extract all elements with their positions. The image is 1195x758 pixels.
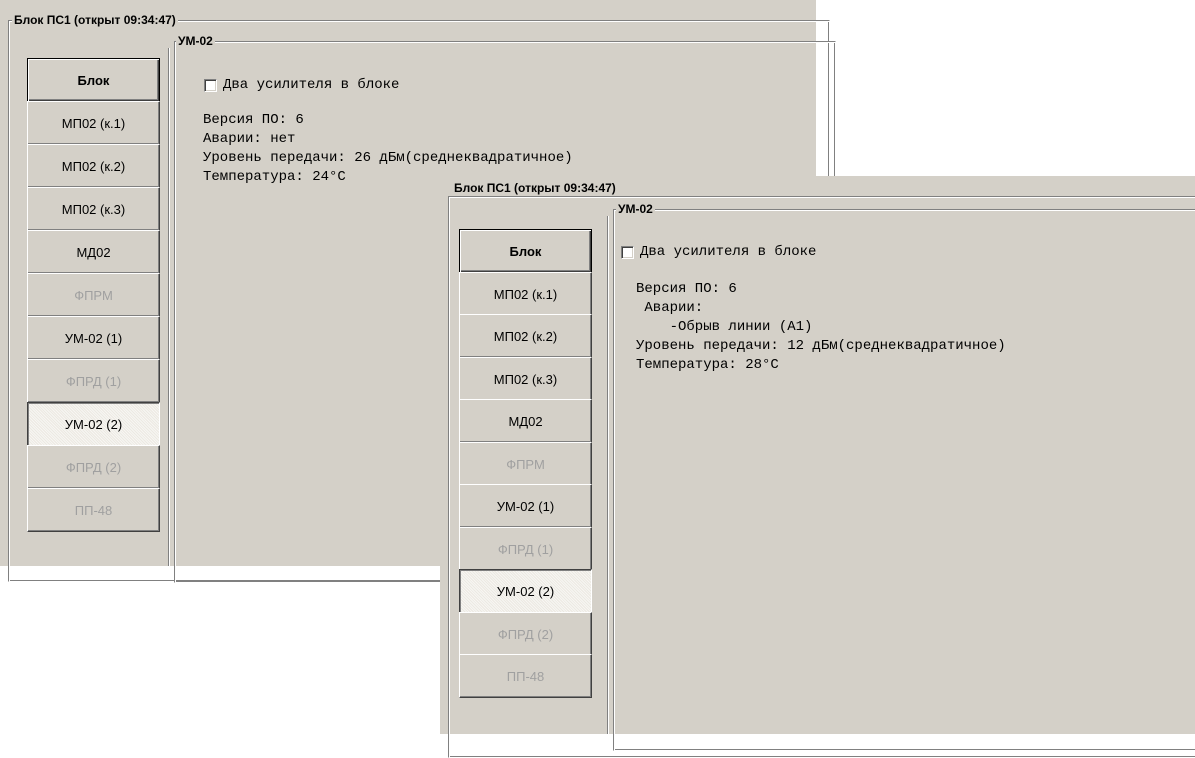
button-block[interactable]: Блок [27, 58, 160, 102]
button-um02-1[interactable]: УМ-02 (1) [459, 484, 592, 528]
button-fprm[interactable]: ФПРМ [27, 273, 160, 317]
module-title: УМ-02 [176, 34, 215, 48]
button-fprd-2[interactable]: ФПРД (2) [27, 445, 160, 489]
button-mp02-k2[interactable]: МП02 (к.2) [27, 144, 160, 188]
two-amplifiers-checkbox[interactable] [204, 79, 217, 92]
button-pp48[interactable]: ПП-48 [459, 654, 592, 698]
info-line: Аварии: [636, 300, 704, 316]
button-fprd-1[interactable]: ФПРД (1) [27, 359, 160, 403]
info-line: Аварии: нет [203, 131, 296, 147]
button-um02-1[interactable]: УМ-02 (1) [27, 316, 160, 360]
button-um02-2[interactable]: УМ-02 (2) [27, 402, 160, 446]
button-mp02-k3[interactable]: МП02 (к.3) [27, 187, 160, 231]
module-title: УМ-02 [616, 202, 655, 216]
info-line: Версия ПО: 6 [203, 112, 304, 128]
info-line: Версия ПО: 6 [636, 281, 737, 297]
block-title: Блок ПС1 (открыт 09:34:47) [12, 13, 178, 27]
button-block[interactable]: Блок [459, 229, 592, 273]
button-mp02-k2[interactable]: МП02 (к.2) [459, 314, 592, 358]
two-amplifiers-label: Два усилителя в блоке [640, 244, 817, 260]
button-mp02-k3[interactable]: МП02 (к.3) [459, 357, 592, 401]
info-line: -Обрыв линии (А1) [636, 319, 813, 335]
two-amplifiers-checkbox[interactable] [621, 246, 634, 259]
button-md02[interactable]: МД02 [459, 399, 592, 443]
button-mp02-k1[interactable]: МП02 (к.1) [459, 272, 592, 316]
two-amplifiers-label: Два усилителя в блоке [223, 77, 400, 93]
block-window-2: Блок ПС1 (открыт 09:34:47) УМ-02 Блок МП… [440, 176, 1195, 758]
info-line: Уровень передачи: 26 дБм(среднеквадратич… [203, 150, 573, 166]
button-fprm[interactable]: ФПРМ [459, 442, 592, 486]
button-fprd-2[interactable]: ФПРД (2) [459, 612, 592, 656]
button-fprd-1[interactable]: ФПРД (1) [459, 527, 592, 571]
button-mp02-k1[interactable]: МП02 (к.1) [27, 101, 160, 145]
info-line: Температура: 24°C [203, 169, 346, 185]
button-pp48[interactable]: ПП-48 [27, 488, 160, 532]
button-um02-2[interactable]: УМ-02 (2) [459, 569, 592, 613]
block-title: Блок ПС1 (открыт 09:34:47) [452, 181, 618, 195]
info-line: Температура: 28°C [636, 357, 779, 373]
pane-divider [168, 48, 170, 566]
info-line: Уровень передачи: 12 дБм(среднеквадратич… [636, 338, 1006, 354]
pane-divider [607, 216, 609, 734]
button-md02[interactable]: МД02 [27, 230, 160, 274]
